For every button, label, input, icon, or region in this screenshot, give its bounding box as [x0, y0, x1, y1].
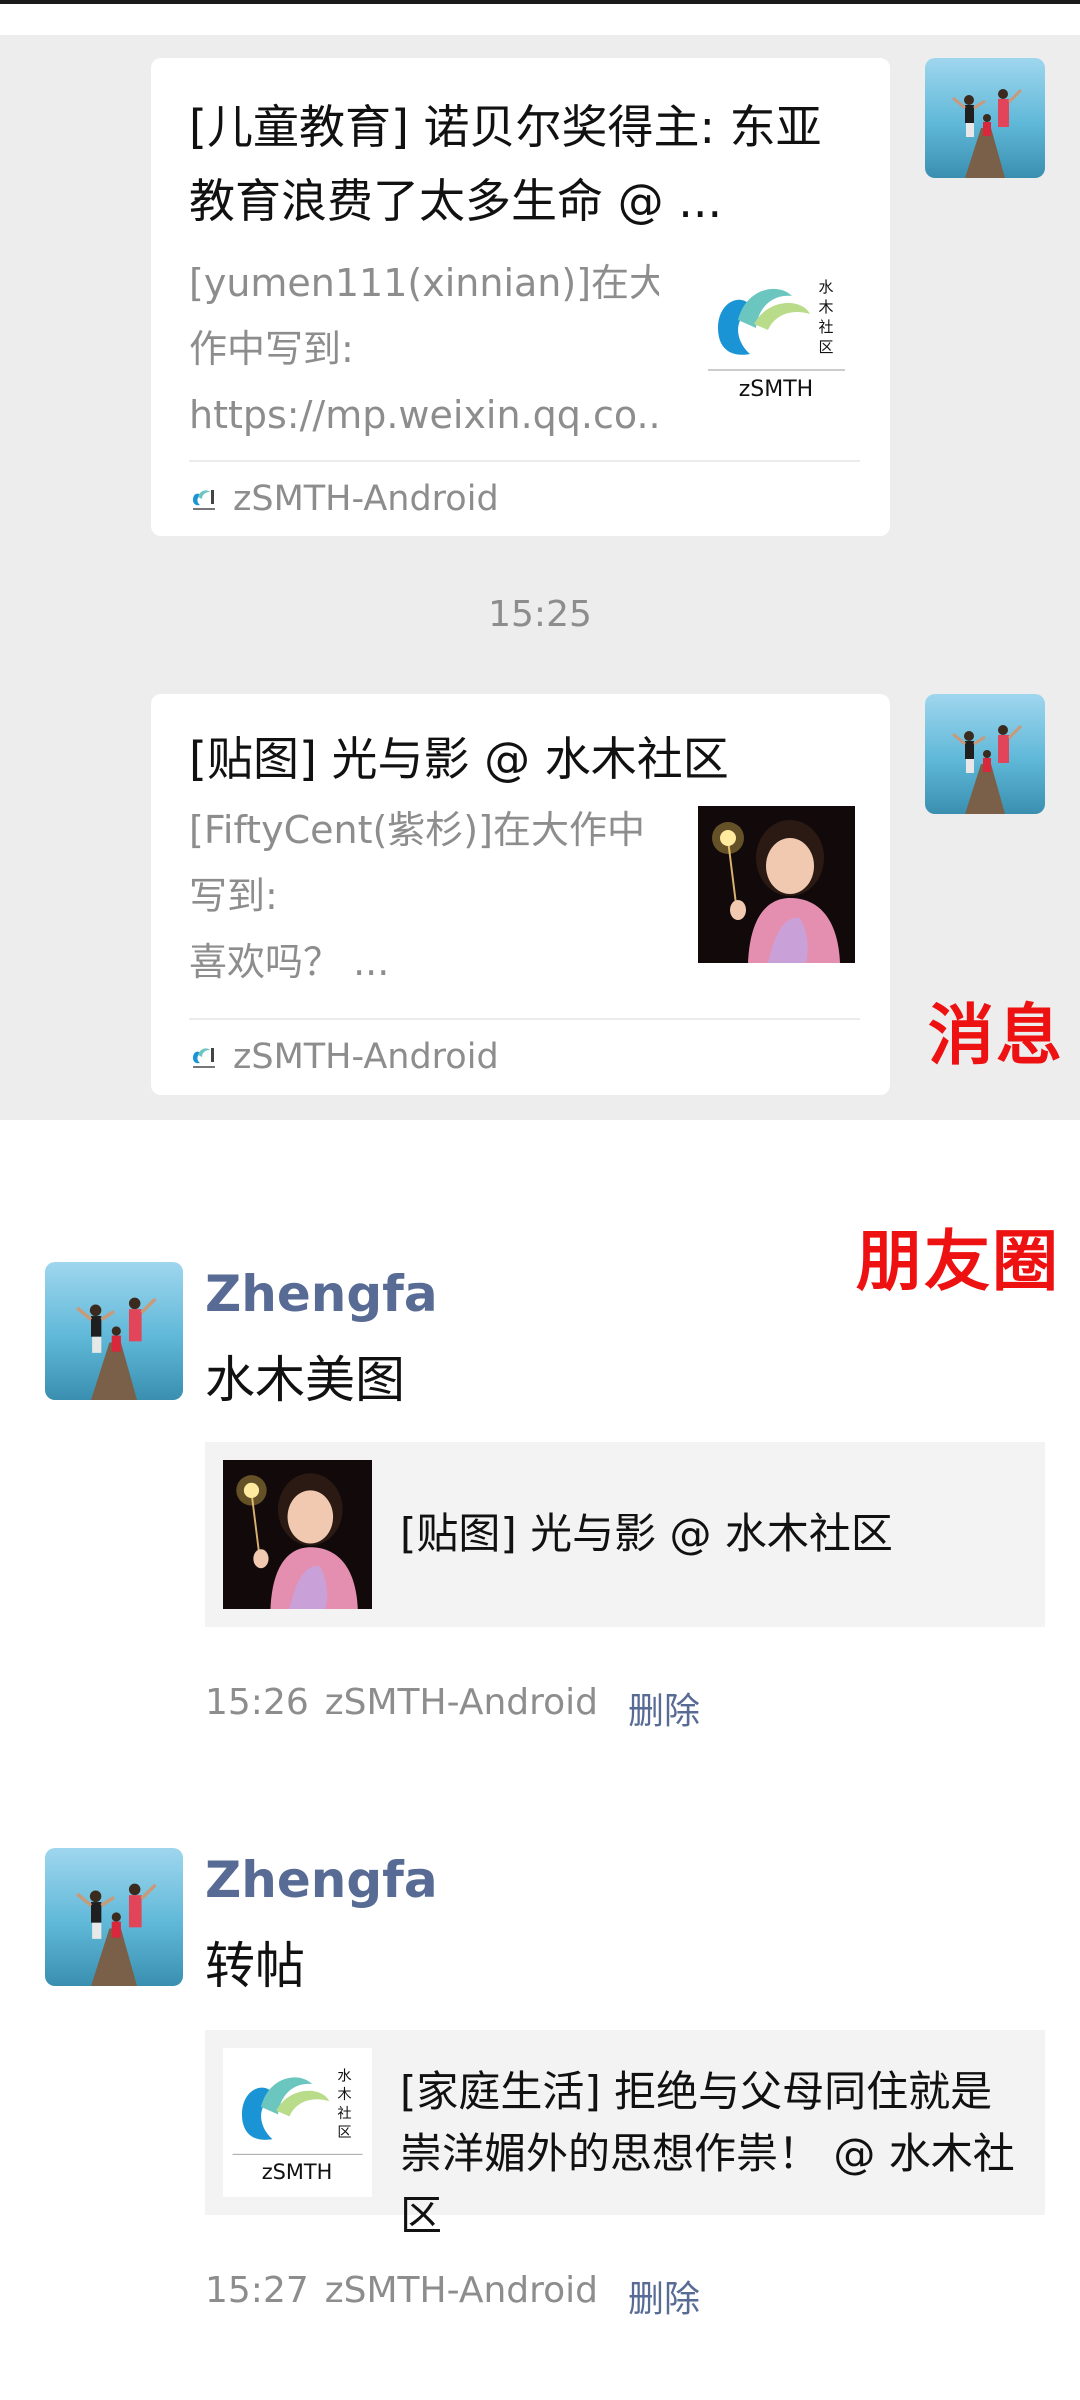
girl-sparkler-thumbnail	[223, 1460, 372, 1609]
zsmth-logo-thumbnail: 水 木 社 区 zSMTH	[223, 2048, 372, 2197]
svg-text:社: 社	[337, 2105, 351, 2122]
shared-link-title: [贴图] 光与影 @ 水木社区	[400, 1509, 893, 1558]
shared-link-card[interactable]: [贴图] 光与影 @ 水木社区	[205, 1442, 1045, 1627]
avatar[interactable]	[925, 694, 1045, 814]
avatar[interactable]	[925, 58, 1045, 178]
girl-sparkler-photo-icon	[698, 806, 855, 963]
shared-link-title: [家庭生活] 拒绝与父母同住就是崇洋媚外的思想作祟！ @ 水木社区	[400, 2067, 1015, 2240]
post-text: 水木美图	[205, 1351, 405, 1409]
message-card-2[interactable]: [贴图] 光与影 @ 水木社区 [FiftyCent(紫杉)]在大作中 写到: …	[151, 694, 890, 1095]
svg-text:木: 木	[337, 2086, 351, 2103]
girl-sparkler-photo-icon	[223, 1460, 372, 1609]
avatar[interactable]	[45, 1848, 183, 1986]
card-source: zSMTH-Android	[189, 1037, 499, 1077]
svg-text:木: 木	[818, 298, 833, 316]
moments-label: 朋友圈	[856, 1223, 1060, 1300]
zsmth-small-icon	[193, 490, 215, 510]
post-meta: 15:27 zSMTH-Android 删除	[205, 2270, 716, 2322]
zsmth-small-icon	[193, 1048, 215, 1068]
post-meta: 15:26 zSMTH-Android 删除	[205, 1682, 716, 1734]
message-title: [贴图] 光与影 @ 水木社区	[189, 732, 729, 786]
card-divider	[189, 460, 860, 462]
shared-link-card[interactable]: 水 木 社 区 zSMTH [家庭生活] 拒绝与父母同住就是崇洋媚外的思想作祟！…	[205, 2030, 1045, 2240]
post-source: zSMTH-Android	[324, 2270, 599, 2311]
message-card-1[interactable]: [儿童教育] 诺贝尔奖得主: 东亚教育浪费了太多生命 @ ... [yumen1…	[151, 58, 890, 536]
zsmth-logo-thumbnail: 水 木 社 区 zSMTH	[698, 258, 855, 415]
zsmth-logo-icon: 水 木 社 区 zSMTH	[223, 2048, 372, 2197]
delete-link[interactable]: 删除	[628, 1682, 700, 1734]
chat-timestamp: 15:25	[488, 594, 592, 635]
svg-text:zSMTH: zSMTH	[739, 377, 813, 402]
top-divider	[0, 0, 1080, 4]
message-description: [FiftyCent(紫杉)]在大作中 写到: 喜欢吗？ ...	[189, 808, 645, 984]
svg-text:区: 区	[818, 338, 833, 356]
message-title: [儿童教育] 诺贝尔奖得主: 东亚教育浪费了太多生命 @ ...	[189, 100, 822, 228]
avatar[interactable]	[45, 1262, 183, 1400]
svg-text:社: 社	[818, 318, 833, 336]
message-description: [yumen111(xinnian)]在大 作中写到: https://mp.w…	[189, 261, 659, 437]
zsmth-logo-icon: 水 木 社 区 zSMTH	[698, 258, 855, 415]
delete-link[interactable]: 删除	[628, 2270, 700, 2322]
post-time: 15:26	[205, 1682, 309, 1723]
card-divider	[189, 1018, 860, 1020]
svg-text:zSMTH: zSMTH	[262, 2160, 333, 2184]
svg-text:水: 水	[337, 2067, 351, 2084]
post-author-name[interactable]: Zhengfa	[205, 1265, 438, 1323]
post-text: 转帖	[205, 1937, 305, 1995]
post-author-name[interactable]: Zhengfa	[205, 1851, 438, 1909]
svg-text:区: 区	[337, 2125, 351, 2141]
messages-label: 消息	[928, 997, 1064, 1074]
post-source: zSMTH-Android	[324, 1682, 599, 1723]
card-source: zSMTH-Android	[189, 479, 499, 519]
girl-sparkler-thumbnail	[698, 806, 855, 963]
svg-text:水: 水	[818, 278, 833, 296]
post-time: 15:27	[205, 2270, 309, 2311]
